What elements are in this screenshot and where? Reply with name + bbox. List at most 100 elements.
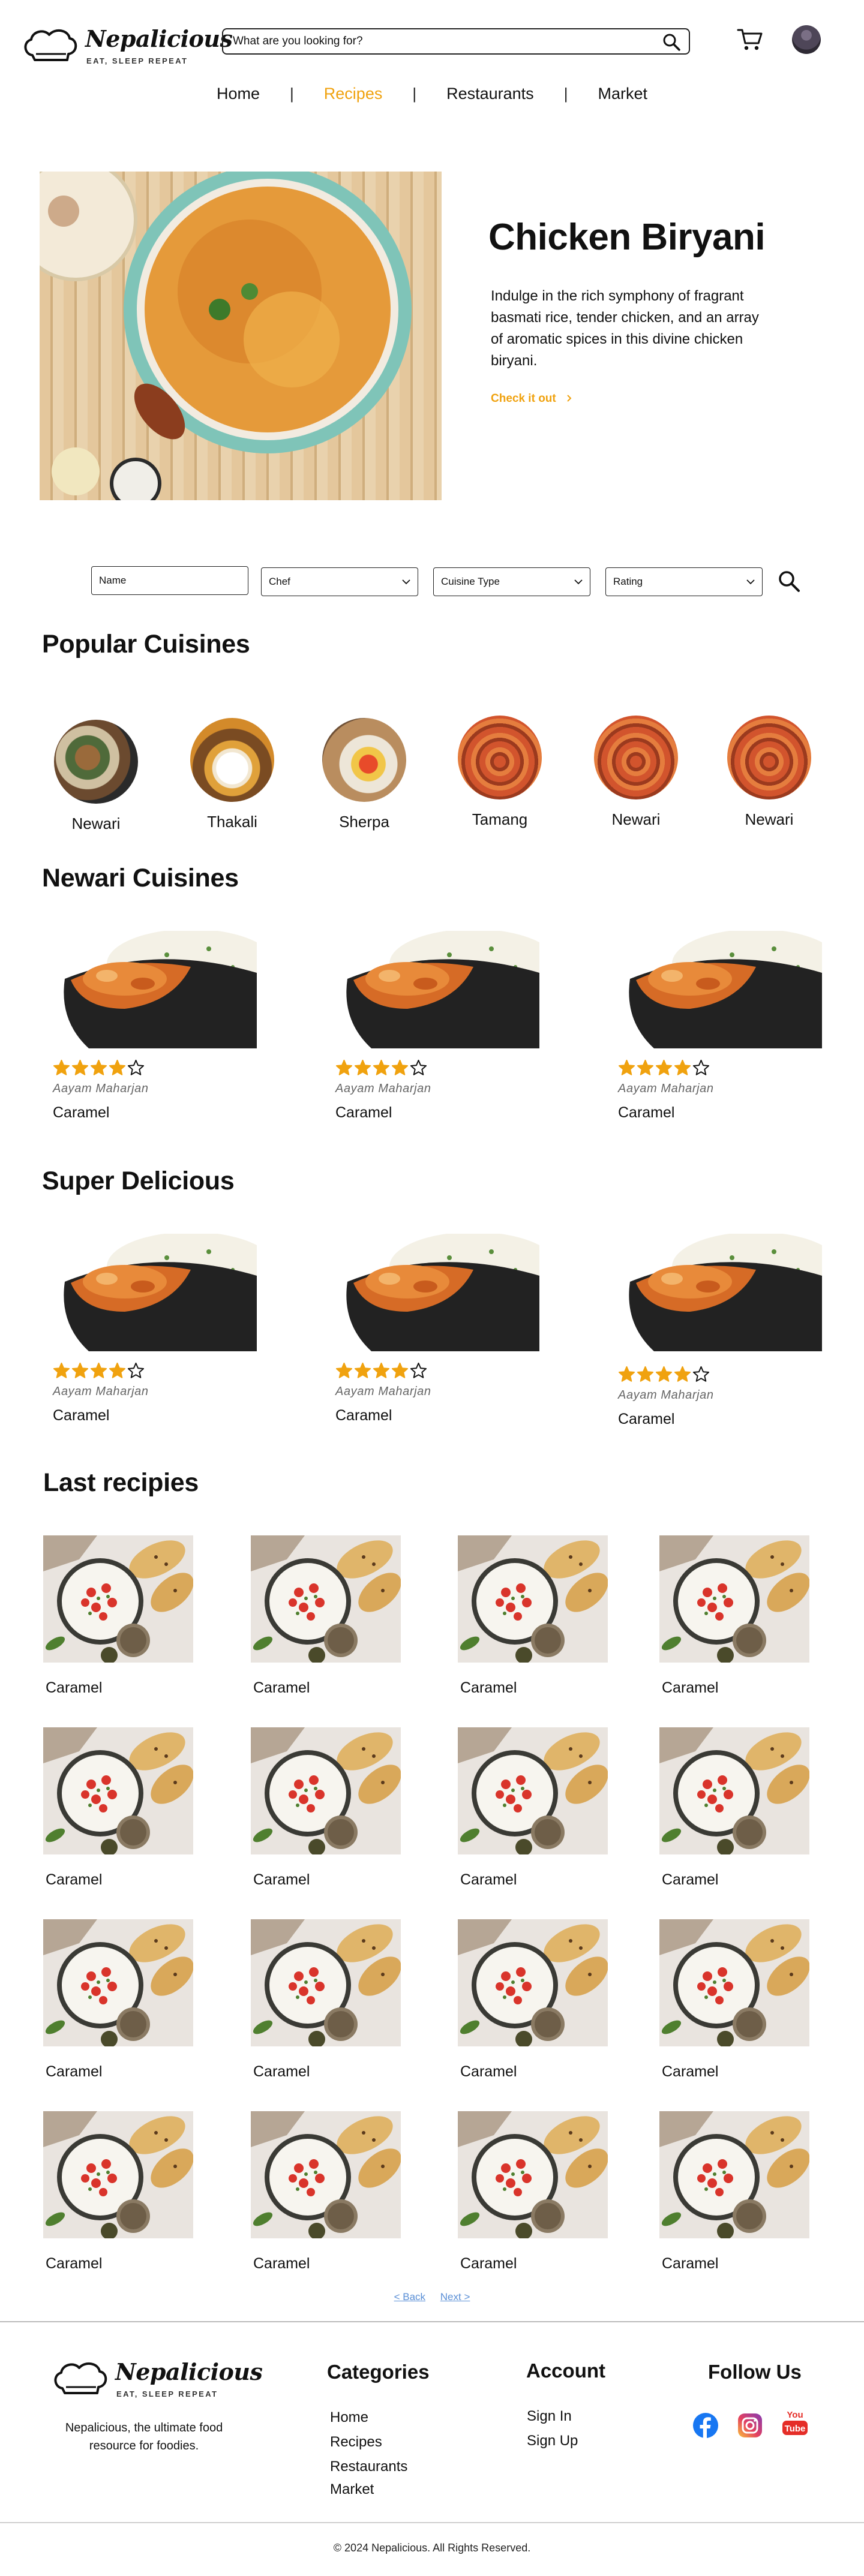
recipe-tile[interactable]: Caramel <box>659 1919 809 2081</box>
cuisine-image <box>322 718 406 802</box>
star-filled-icon <box>373 1362 390 1378</box>
cuisine-label: Newari <box>745 810 794 828</box>
footer-link-home[interactable]: Home <box>330 2405 407 2430</box>
hero-description: Indulge in the rich symphony of fragrant… <box>491 288 759 369</box>
cuisine-item-tamang[interactable]: Tamang <box>449 716 551 829</box>
recipe-tile[interactable]: Caramel <box>659 2111 809 2273</box>
cuisine-item-thakali[interactable]: Thakali <box>181 718 283 831</box>
chef-filter-label: Chef <box>269 576 290 587</box>
brand-name: Nepalicious <box>85 25 233 52</box>
recipe-image <box>659 1535 809 1663</box>
star-filled-icon <box>391 1362 409 1378</box>
recipe-title: Caramel <box>253 1871 310 1888</box>
recipe-title: Caramel <box>662 2063 719 2080</box>
recipe-tile[interactable]: Caramel <box>458 1535 608 1697</box>
hero-image <box>40 172 442 500</box>
recipe-card[interactable]: Aayam Maharjan Caramel <box>618 1234 822 1428</box>
recipe-tile[interactable]: Caramel <box>43 1535 193 1697</box>
recipe-image <box>659 2111 809 2238</box>
recipe-card[interactable]: Aayam Maharjan Caramel <box>618 931 822 1122</box>
chef-filter-select[interactable]: Chef <box>261 567 418 596</box>
brand-name: Nepalicious <box>115 2358 263 2385</box>
cuisine-type-filter-label: Cuisine Type <box>441 576 500 587</box>
hero-cta-label: Check it out <box>491 392 556 405</box>
cuisine-image <box>458 716 542 799</box>
hero-check-it-out-link[interactable]: Check it out <box>491 392 572 405</box>
cuisine-item-newari-2[interactable]: Newari <box>585 716 687 829</box>
nav-item-recipes[interactable]: Recipes <box>294 85 413 103</box>
nav-item-market[interactable]: Market <box>568 85 677 103</box>
footer-link-market[interactable]: Market <box>330 2479 407 2500</box>
youtube-icon[interactable]: You Tube <box>781 2409 809 2439</box>
recipe-card[interactable]: Aayam Maharjan Caramel <box>335 931 539 1122</box>
instagram-icon[interactable] <box>737 2412 763 2439</box>
nav-separator: | <box>563 84 568 103</box>
brand-tagline: EAT, SLEEP REPEAT <box>116 2389 218 2398</box>
footer-link-recipes[interactable]: Recipes <box>330 2430 407 2454</box>
star-rating <box>335 1059 539 1077</box>
chef-hat-icon <box>24 29 77 61</box>
recipe-title: Caramel <box>53 1407 110 1424</box>
recipe-tile[interactable]: Caramel <box>251 1919 401 2081</box>
recipe-tile[interactable]: Caramel <box>659 1727 809 1889</box>
cuisine-item-newari[interactable]: Newari <box>45 720 147 833</box>
recipe-title: Caramel <box>460 2063 517 2080</box>
rating-filter-select[interactable]: Rating <box>605 567 763 596</box>
footer-link-sign-up[interactable]: Sign Up <box>527 2428 578 2453</box>
last-recipes-title: Last recipies <box>43 1468 199 1497</box>
recipe-card[interactable]: Aayam Maharjan Caramel <box>335 1234 539 1424</box>
recipe-card[interactable]: Aayam Maharjan Caramel <box>53 931 257 1122</box>
pagination-back-link[interactable]: < Back <box>394 2291 425 2303</box>
footer-link-restaurants[interactable]: Restaurants <box>330 2454 407 2479</box>
recipe-tile[interactable]: Caramel <box>251 1727 401 1889</box>
pagination-next-link[interactable]: Next > <box>440 2291 470 2303</box>
cuisine-image <box>594 716 678 799</box>
brand-logo[interactable]: Nepalicious EAT, SLEEP REPEAT <box>20 23 233 71</box>
search-input[interactable] <box>233 29 653 53</box>
name-filter-input[interactable] <box>91 566 248 595</box>
star-filled-icon <box>53 1059 70 1075</box>
footer-logo[interactable]: Nepalicious EAT, SLEEP REPEAT <box>50 2356 263 2404</box>
recipe-tile[interactable]: Caramel <box>43 2111 193 2273</box>
filter-search-icon[interactable] <box>778 570 800 593</box>
recipe-tile[interactable]: Caramel <box>458 2111 608 2273</box>
recipe-title: Caramel <box>618 1411 675 1427</box>
cuisine-type-filter-select[interactable]: Cuisine Type <box>433 567 590 596</box>
recipe-image <box>618 931 822 1048</box>
recipe-tile[interactable]: Caramel <box>458 1727 608 1889</box>
footer-link-sign-in[interactable]: Sign In <box>527 2404 578 2428</box>
recipe-tile[interactable]: Caramel <box>458 1919 608 2081</box>
copyright-text: © 2024 Nepalicious. All Rights Reserved. <box>333 2542 531 2554</box>
facebook-icon[interactable] <box>692 2412 719 2439</box>
search-bar <box>222 28 690 55</box>
star-rating <box>618 1366 822 1384</box>
cuisine-item-sherpa[interactable]: Sherpa <box>313 718 415 831</box>
nav-item-restaurants[interactable]: Restaurants <box>416 85 564 103</box>
star-filled-icon <box>335 1059 353 1075</box>
recipe-tile[interactable]: Caramel <box>659 1535 809 1697</box>
recipe-title: Caramel <box>253 1679 310 1696</box>
recipe-tile[interactable]: Caramel <box>251 1535 401 1697</box>
recipe-tile[interactable]: Caramel <box>43 1727 193 1889</box>
newari-cuisines-title: Newari Cuisines <box>42 864 239 892</box>
recipe-tile[interactable]: Caramel <box>43 1919 193 2081</box>
pagination: < Back Next > <box>0 2291 864 2303</box>
cart-icon[interactable] <box>737 28 763 52</box>
avatar[interactable] <box>792 25 821 54</box>
search-icon[interactable] <box>662 33 680 51</box>
recipe-image <box>43 1727 193 1854</box>
star-filled-icon <box>373 1059 390 1075</box>
star-filled-icon <box>391 1059 409 1075</box>
recipe-card[interactable]: Aayam Maharjan Caramel <box>53 1234 257 1424</box>
recipe-title: Caramel <box>46 2063 103 2080</box>
svg-text:Tube: Tube <box>785 2424 806 2434</box>
main-nav: Home | Recipes | Restaurants | Market <box>0 83 864 104</box>
recipe-title: Caramel <box>662 2255 719 2272</box>
chevron-down-icon <box>402 579 410 585</box>
recipe-tile[interactable]: Caramel <box>251 2111 401 2273</box>
star-filled-icon <box>354 1362 371 1378</box>
recipe-title: Caramel <box>46 1679 103 1696</box>
recipe-title: Caramel <box>618 1104 675 1121</box>
nav-item-home[interactable]: Home <box>187 85 290 103</box>
cuisine-item-newari-3[interactable]: Newari <box>718 716 820 829</box>
